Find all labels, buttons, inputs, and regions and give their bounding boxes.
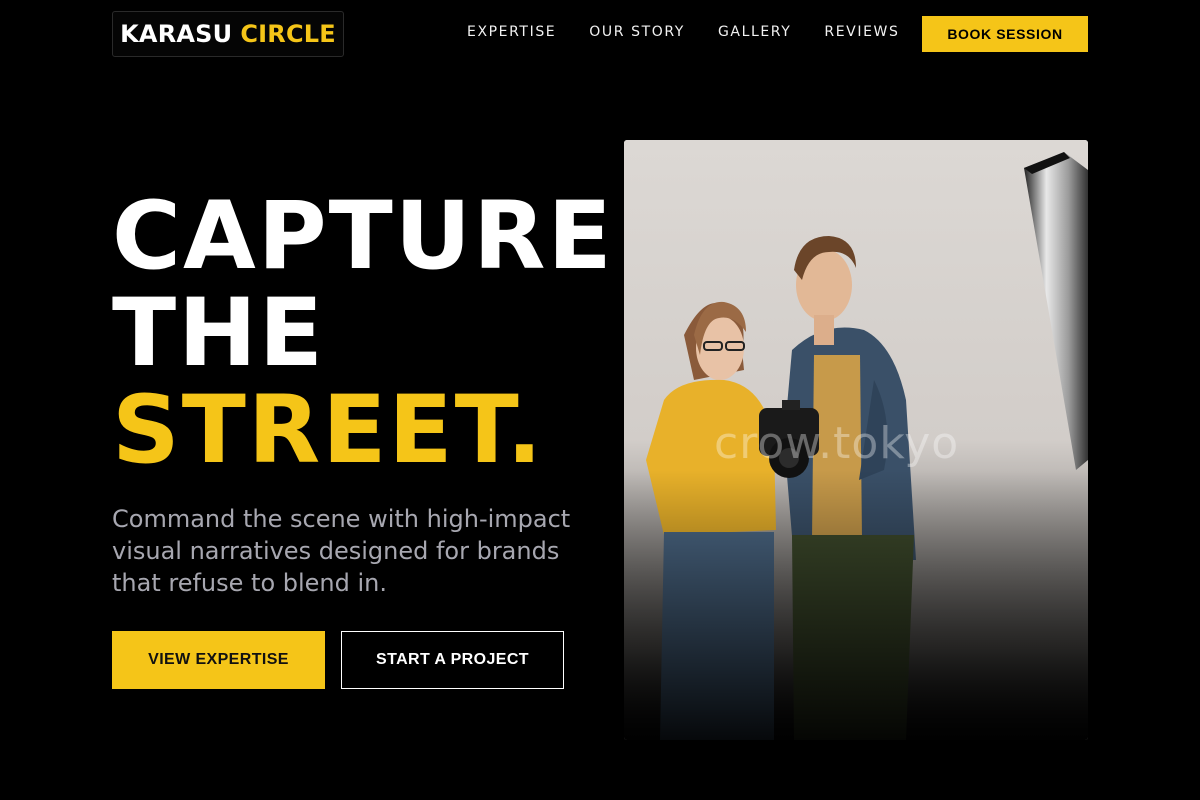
hero-headline: CAPTURE THE STREET. [112, 188, 614, 479]
hero-subtitle: Command the scene with high-impact visua… [112, 505, 571, 597]
view-expertise-button[interactable]: VIEW EXPERTISE [112, 631, 325, 689]
nav-link-reviews[interactable]: REVIEWS [824, 23, 899, 41]
headline-line-1: CAPTURE [112, 182, 614, 291]
nav-link-gallery[interactable]: GALLERY [718, 23, 791, 41]
hero-photo: crow.tokyo [624, 140, 1088, 740]
brand-word-accent: CIRCLE [240, 20, 336, 48]
nav-link-our-story[interactable]: OUR STORY [589, 23, 685, 41]
book-session-button[interactable]: BOOK SESSION [922, 16, 1088, 52]
image-watermark: crow.tokyo [714, 418, 960, 469]
headline-line-2: THE [112, 279, 326, 388]
brand-word-primary: KARASU [120, 20, 233, 48]
brand-logo[interactable]: KARASU CIRCLE [112, 11, 344, 57]
headline-line-3: STREET. [112, 376, 545, 485]
main-nav: EXPERTISE OUR STORY GALLERY REVIEWS [467, 23, 932, 41]
nav-link-expertise[interactable]: EXPERTISE [467, 23, 556, 41]
start-project-button[interactable]: START A PROJECT [341, 631, 564, 689]
